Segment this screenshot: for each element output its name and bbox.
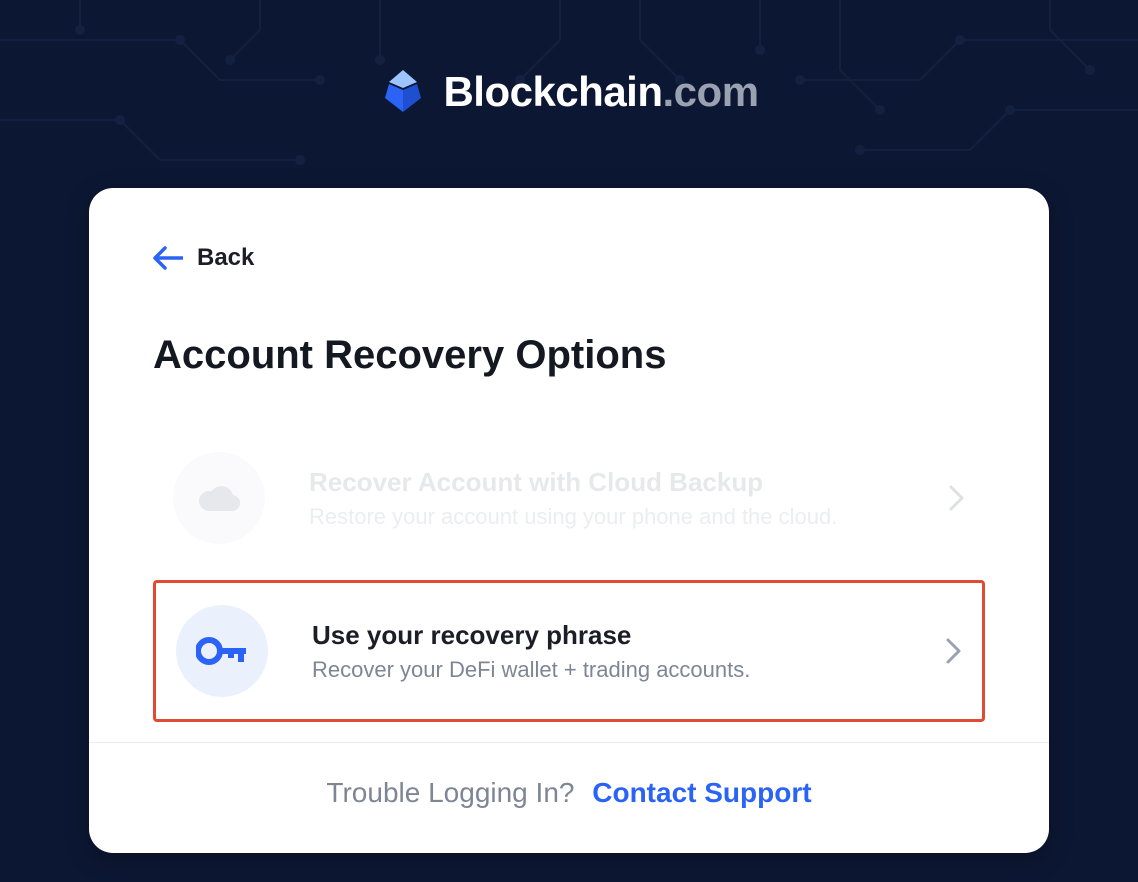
option-cloud-backup: Recover Account with Cloud Backup Restor… [153,430,985,566]
logo-text: Blockchain.com [443,68,758,116]
recovery-options-list: Recover Account with Cloud Backup Restor… [153,430,985,722]
recovery-card: Back Account Recovery Options Recover Ac… [89,188,1049,853]
chevron-right-icon [949,485,965,511]
header-logo: Blockchain.com [0,0,1138,116]
page-title: Account Recovery Options [153,333,985,378]
brand-tld: .com [663,68,759,115]
back-button[interactable]: Back [153,244,254,272]
chevron-right-icon [946,638,962,664]
option-phrase-subtitle: Recover your DeFi wallet + trading accou… [312,657,934,683]
option-cloud-subtitle: Restore your account using your phone an… [309,504,937,530]
footer-question: Trouble Logging In? [326,777,574,808]
option-cloud-title: Recover Account with Cloud Backup [309,467,937,498]
logo-icon [379,68,427,116]
key-icon [176,605,268,697]
contact-support-link[interactable]: Contact Support [592,777,811,808]
back-label: Back [197,244,254,272]
brand-name: Blockchain [443,68,662,115]
option-phrase-title: Use your recovery phrase [312,620,934,651]
cloud-icon [173,452,265,544]
option-recovery-phrase[interactable]: Use your recovery phrase Recover your De… [153,580,985,722]
arrow-left-icon [153,246,183,270]
card-footer: Trouble Logging In? Contact Support [89,742,1049,853]
